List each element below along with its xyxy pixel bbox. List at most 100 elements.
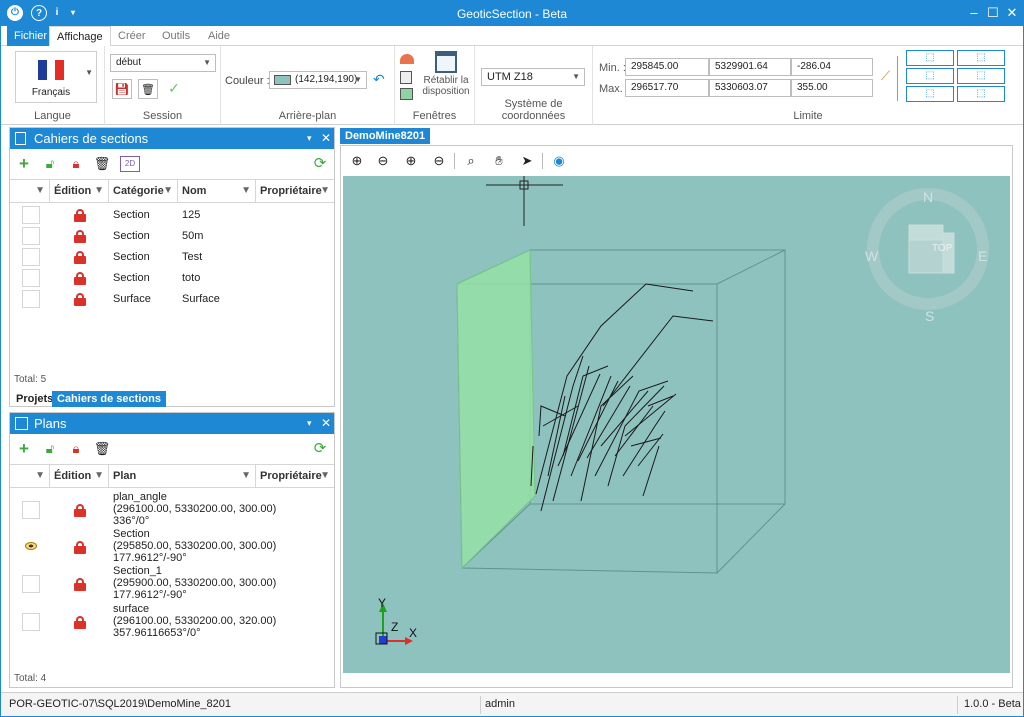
filter-icon[interactable]: ▼ — [320, 465, 330, 487]
select-button[interactable]: ➤ — [517, 151, 537, 171]
view-2d-button[interactable]: 2D — [120, 156, 140, 172]
table-row[interactable]: plan_angle (296100.00, 5330200.00, 300.0… — [10, 491, 334, 528]
tab-aide[interactable]: Aide — [201, 26, 237, 46]
table-row[interactable]: Section Test — [10, 247, 334, 268]
lock-icon[interactable] — [74, 209, 86, 222]
lock-icon[interactable] — [74, 504, 86, 517]
table-row[interactable]: Surface Surface — [10, 289, 334, 310]
refresh-button[interactable]: ⟳ — [310, 439, 330, 459]
pan-button[interactable]: ✋︎ — [489, 151, 509, 171]
max-z-field[interactable]: 355.00 — [791, 79, 873, 97]
column-edition[interactable]: Édition ▼ — [50, 465, 109, 487]
table-row[interactable]: Section (295850.00, 5330200.00, 300.00) … — [10, 528, 334, 565]
zoom-extent-button[interactable]: ⊕ — [347, 151, 367, 171]
tab-affichage[interactable]: Affichage — [49, 26, 111, 47]
row-checkbox[interactable] — [22, 290, 40, 308]
delete-session-button[interactable]: 🗑︎ — [138, 79, 158, 99]
view-front-button[interactable]: ⬚ — [906, 50, 954, 66]
filter-icon[interactable]: ▼ — [163, 180, 173, 202]
filter-icon[interactable]: ▼ — [94, 180, 104, 202]
filter-icon[interactable]: ▼ — [241, 180, 251, 202]
apply-session-button[interactable]: ✓ — [164, 79, 184, 99]
undo-color-icon[interactable]: ↶ — [373, 71, 385, 88]
minimize-button[interactable]: – — [965, 4, 983, 22]
panel-menu-icon[interactable]: ▾ — [307, 128, 312, 149]
table-row[interactable]: Section_1 (295900.00, 5330200.00, 300.00… — [10, 565, 334, 602]
lock-icon[interactable] — [74, 230, 86, 243]
panel-menu-icon[interactable]: ▾ — [307, 413, 312, 434]
view-bottom-button[interactable]: ⬚ — [957, 86, 1005, 102]
row-checkbox[interactable] — [22, 227, 40, 245]
lock-icon[interactable] — [74, 616, 86, 629]
max-y-field[interactable]: 5330603.07 — [709, 79, 791, 97]
min-y-field[interactable]: 5329901.64 — [709, 58, 791, 76]
lock-button[interactable]: 🔒︎ — [66, 154, 86, 174]
compass-widget[interactable] — [867, 188, 989, 310]
add-button[interactable]: + — [14, 154, 34, 174]
delete-button[interactable]: 🗑︎ — [92, 154, 112, 174]
filter-icon[interactable]: ▼ — [94, 465, 104, 487]
language-selector[interactable]: Français ▼ — [15, 51, 97, 103]
select-column[interactable]: ▼ — [10, 180, 50, 202]
zoom-window-button[interactable]: ⊖ — [373, 151, 393, 171]
tab-outils[interactable]: Outils — [155, 26, 197, 46]
view-left-button[interactable]: ⬚ — [906, 68, 954, 84]
panel-close-icon[interactable]: ✕ — [321, 128, 331, 149]
3d-viewport[interactable]: Y Z X N S E W TOP — [343, 176, 1010, 673]
close-button[interactable]: ✕ — [1003, 4, 1021, 22]
lock-icon[interactable] — [74, 578, 86, 591]
row-checkbox[interactable] — [22, 248, 40, 266]
table-row[interactable]: Section 125 — [10, 205, 334, 226]
view-cube-top[interactable]: TOP — [932, 243, 952, 254]
lock-icon[interactable] — [74, 541, 86, 554]
session-select[interactable]: début ▼ — [110, 54, 216, 72]
visibility-toggle[interactable] — [22, 501, 40, 519]
visibility-toggle[interactable] — [22, 613, 40, 631]
panel-close-icon[interactable]: ✕ — [321, 413, 331, 434]
layer-icon[interactable] — [400, 54, 414, 64]
filter-icon[interactable]: ▼ — [35, 465, 45, 487]
lock-icon[interactable] — [74, 293, 86, 306]
magic-wand-icon[interactable]: ⟋ — [881, 68, 890, 84]
visibility-toggle[interactable] — [22, 538, 40, 556]
search-button[interactable]: ⌕ — [461, 151, 481, 171]
color-picker[interactable]: (142,194,190) ▼ — [269, 71, 367, 89]
table-row[interactable]: Section 50m — [10, 226, 334, 247]
column-proprietaire[interactable]: Propriétaire ▼ — [256, 465, 334, 487]
lock-button[interactable]: 🔒︎ — [66, 439, 86, 459]
delete-button[interactable]: 🗑︎ — [92, 439, 112, 459]
notebook-icon[interactable] — [400, 71, 412, 84]
save-button[interactable]: 💾︎ — [112, 79, 132, 99]
view-back-button[interactable]: ⬚ — [957, 50, 1005, 66]
column-proprietaire[interactable]: Propriétaire ▼ — [256, 180, 334, 202]
row-checkbox[interactable] — [22, 269, 40, 287]
visibility-toggle[interactable] — [22, 575, 40, 593]
filter-icon[interactable]: ▼ — [35, 180, 45, 202]
unlock-button[interactable]: 🔓︎ — [40, 439, 60, 459]
filter-icon[interactable]: ▼ — [320, 180, 330, 202]
table-row[interactable]: Section toto — [10, 268, 334, 289]
row-checkbox[interactable] — [22, 206, 40, 224]
column-categorie[interactable]: Catégorie ▼ — [109, 180, 178, 202]
coords-select[interactable]: UTM Z18 ▼ — [481, 68, 585, 86]
table-row[interactable]: surface (296100.00, 5330200.00, 320.00) … — [10, 603, 334, 640]
column-nom[interactable]: Nom ▼ — [178, 180, 256, 202]
add-button[interactable]: + — [14, 439, 34, 459]
lock-icon[interactable] — [74, 272, 86, 285]
tab-demomine8201[interactable]: DemoMine8201 — [340, 128, 431, 144]
refresh-button[interactable]: ⟳ — [310, 154, 330, 174]
tab-creer[interactable]: Créer — [111, 26, 153, 46]
tab-cahiers-de-sections[interactable]: Cahiers de sections — [52, 391, 166, 407]
min-x-field[interactable]: 295845.00 — [625, 58, 709, 76]
view-right-button[interactable]: ⬚ — [957, 68, 1005, 84]
maximize-button[interactable]: ☐ — [984, 4, 1002, 22]
min-z-field[interactable]: -286.04 — [791, 58, 873, 76]
unlock-button[interactable]: 🔓︎ — [40, 154, 60, 174]
windows-icon[interactable] — [400, 88, 413, 100]
orbit-button[interactable]: ◉ — [549, 151, 569, 171]
zoom-in-button[interactable]: ⊕ — [401, 151, 421, 171]
lock-icon[interactable] — [74, 251, 86, 264]
zoom-out-button[interactable]: ⊖ — [429, 151, 449, 171]
tab-fichier[interactable]: Fichier — [7, 26, 55, 46]
column-plan[interactable]: Plan ▼ — [109, 465, 256, 487]
